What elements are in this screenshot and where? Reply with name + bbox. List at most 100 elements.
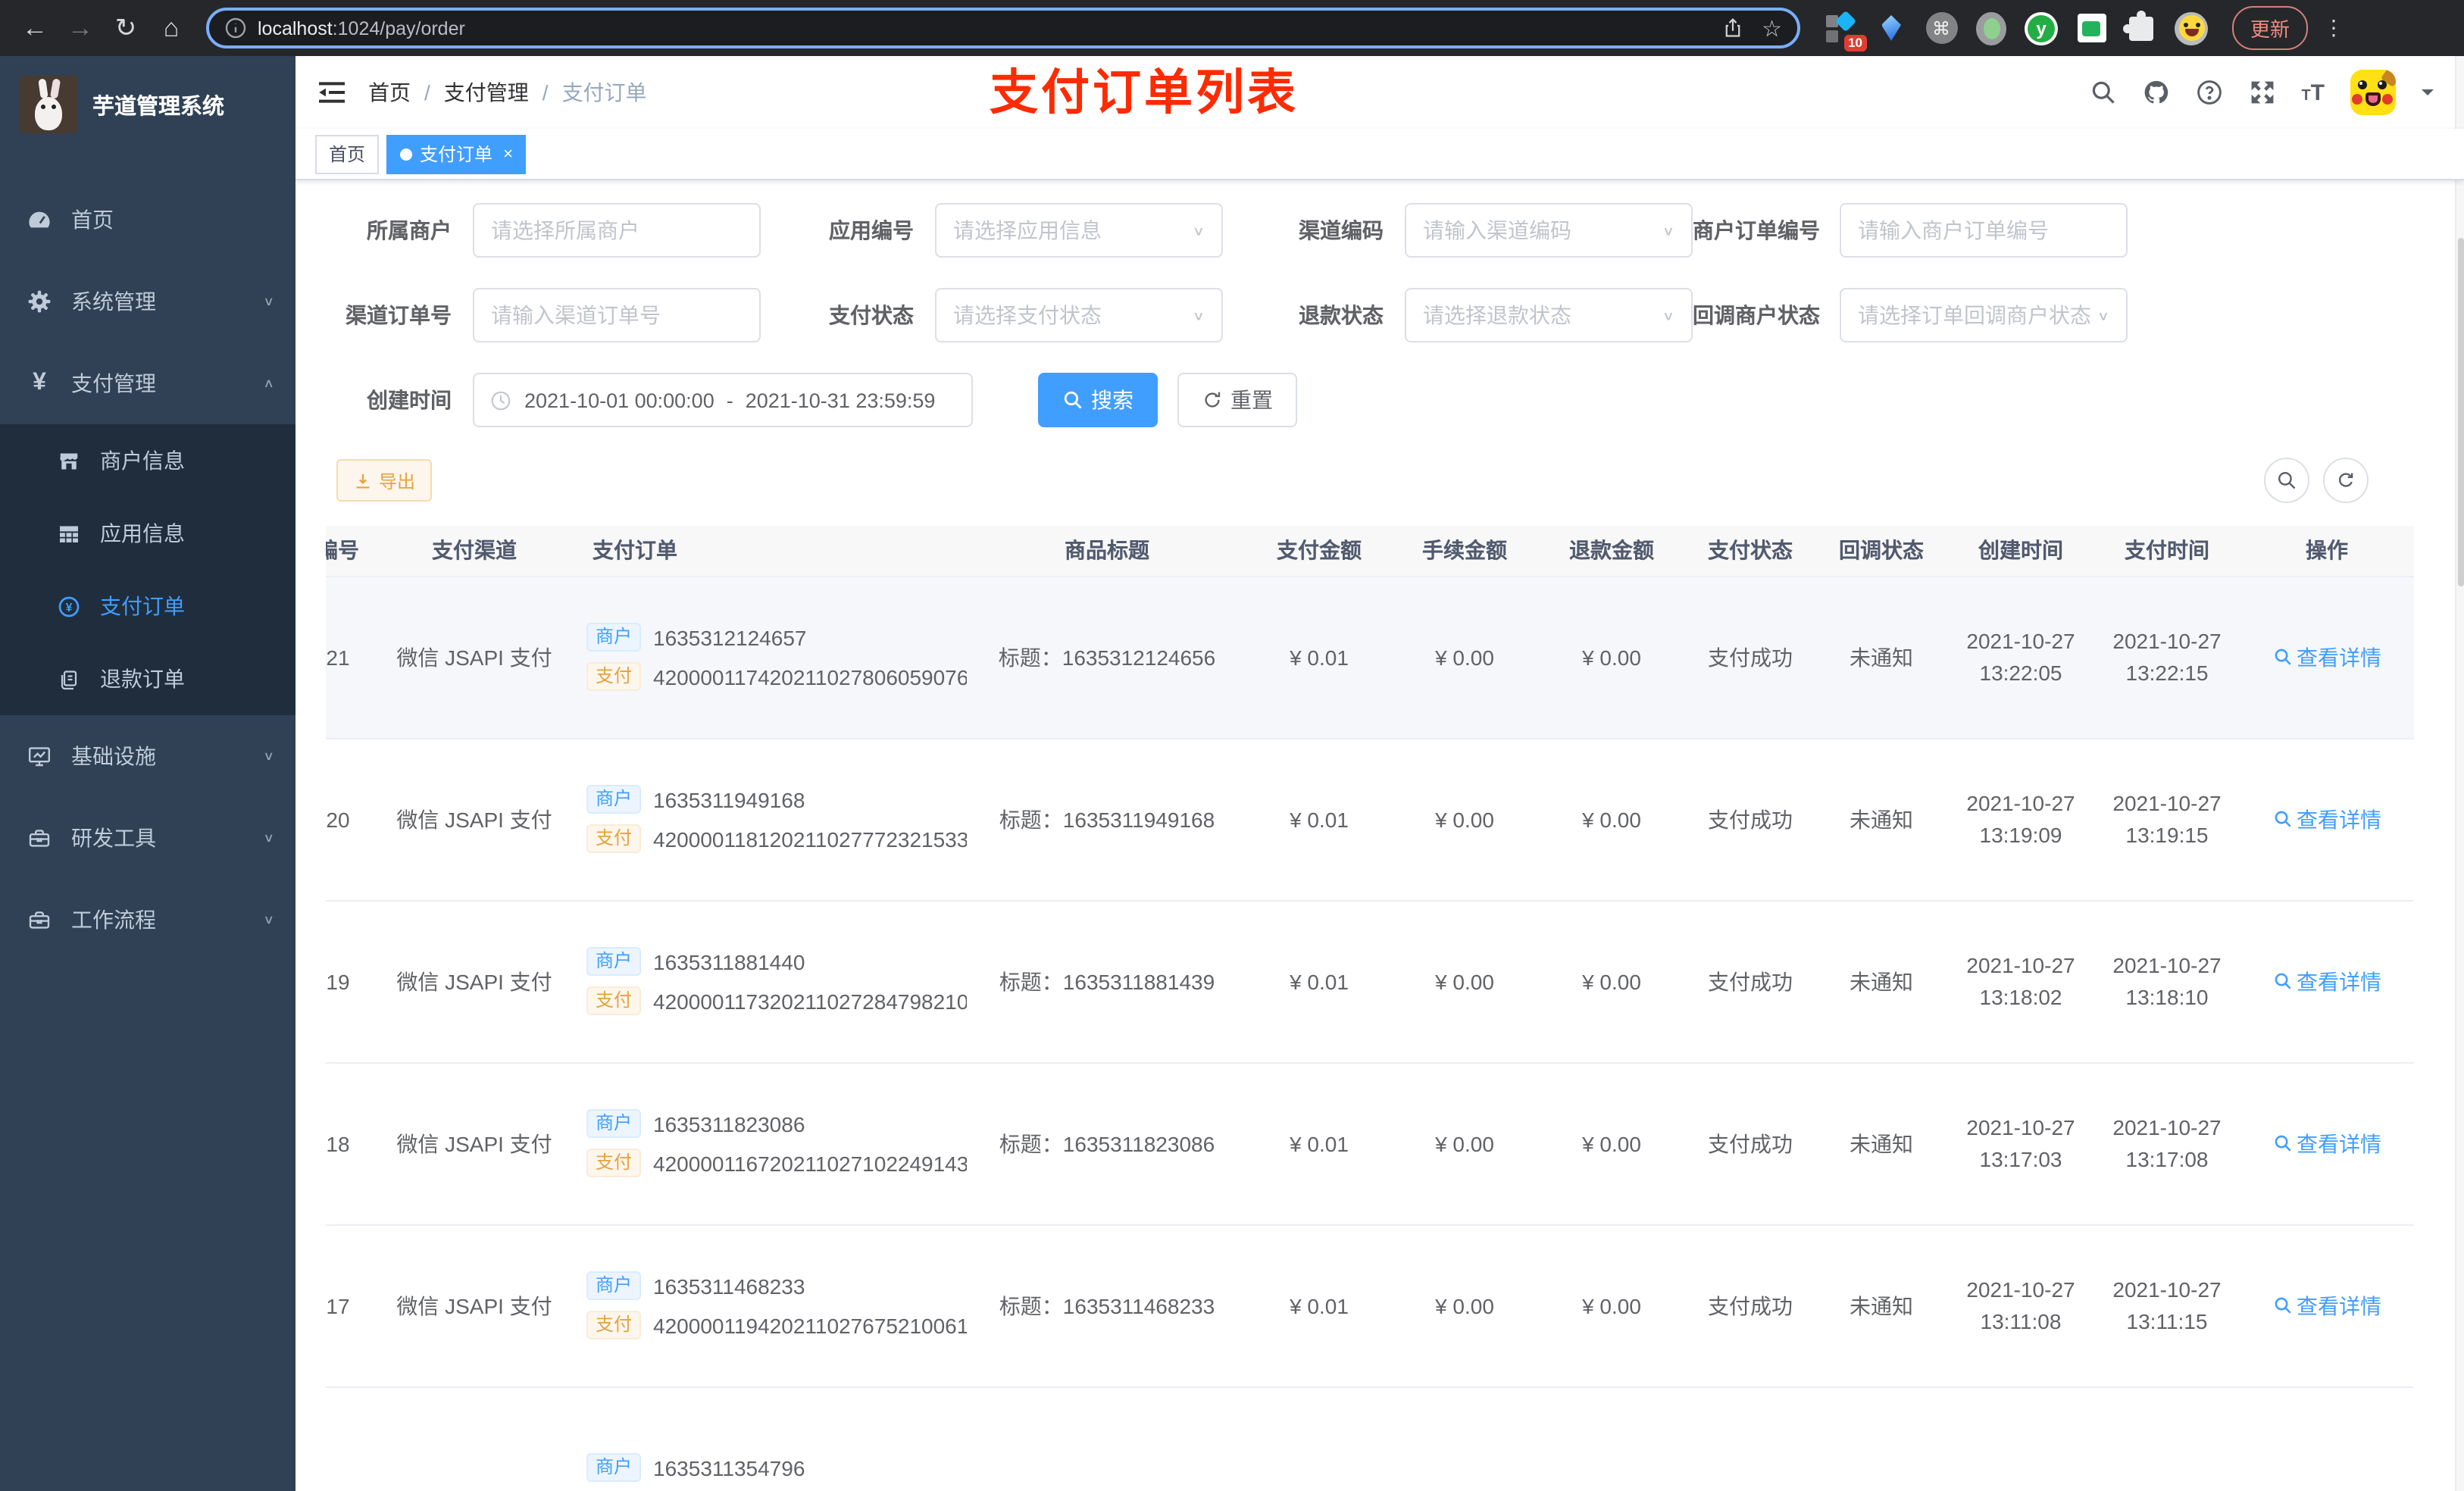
sidebar-item-dev-tools[interactable]: 研发工具 ∨: [0, 797, 295, 879]
col-status: 支付状态: [1685, 526, 1815, 577]
toggle-search-button[interactable]: [2264, 458, 2309, 503]
order-id: 21: [326, 576, 368, 739]
table-row[interactable]: 18 微信 JSAPI 支付 商户 1635311823086 支付 4200001…: [326, 1062, 2414, 1225]
search-icon: [2274, 1297, 2290, 1314]
view-detail-link[interactable]: 查看详情: [2272, 642, 2381, 672]
github-icon[interactable]: [2142, 79, 2169, 106]
breadcrumb-payment[interactable]: 支付管理: [444, 77, 529, 108]
col-title: 商品标题: [967, 526, 1247, 577]
table-row[interactable]: 17 微信 JSAPI 支付 商户 1635311468233 支付 4200001…: [326, 1224, 2414, 1387]
table-row[interactable]: 20 微信 JSAPI 支付 商户 1635311949168 支付 4200001…: [326, 738, 2414, 901]
puzzle-extensions-icon[interactable]: [2123, 10, 2158, 45]
pay-tag: 支付: [586, 1149, 642, 1177]
view-detail-link[interactable]: 查看详情: [2272, 804, 2381, 834]
merchant-tag: 商户: [586, 785, 642, 814]
pay-tag: 支付: [586, 986, 642, 1015]
view-detail-link[interactable]: 查看详情: [2272, 1128, 2381, 1158]
store-icon: [60, 452, 78, 469]
tags-view: 首页 支付订单 ×: [295, 129, 2464, 180]
chevron-up-icon: ∧: [263, 377, 274, 390]
search-icon: [2274, 649, 2290, 665]
channel-code-select[interactable]: 请输入渠道编码 ∨: [1405, 203, 1693, 258]
sidebar-item-system[interactable]: 系统管理 ∨: [0, 261, 295, 342]
pay-time: 2021-10-27 13:19:15: [2094, 738, 2240, 901]
chat-extension-icon[interactable]: [2075, 11, 2108, 45]
sidebar-item-payment[interactable]: ¥ 支付管理 ∧: [0, 342, 295, 424]
avatar-caret-icon[interactable]: [2422, 89, 2434, 102]
font-size-icon[interactable]: TT: [2301, 80, 2325, 105]
site-info-icon[interactable]: [224, 17, 247, 39]
browser-reload-button[interactable]: ↻: [106, 8, 145, 48]
create-time: 2021-10-27 13:19:09: [1947, 738, 2094, 901]
user-avatar[interactable]: [2350, 70, 2396, 115]
notify-status-select[interactable]: 请选择订单回调商户状态 ∨: [1840, 288, 2128, 342]
table-row[interactable]: 19 微信 JSAPI 支付 商户 1635311881440 支付 4200001…: [326, 900, 2414, 1063]
fee-amount: ¥ 0.00: [1391, 738, 1538, 901]
channel-order-input[interactable]: [473, 288, 761, 342]
download-icon: [356, 473, 370, 488]
merchant-input[interactable]: [473, 203, 761, 258]
tag-home[interactable]: 首页: [315, 134, 380, 173]
share-icon[interactable]: [1721, 17, 1743, 39]
merchant-label: 所属商户: [367, 218, 452, 242]
search-icon: [2274, 811, 2290, 827]
table-row[interactable]: 21 微信 JSAPI 支付 商户 1635312124657 支付 4200001…: [326, 576, 2414, 739]
sidebar-item-refund-order[interactable]: 退款订单: [0, 642, 295, 715]
tag-pay-order[interactable]: 支付订单 ×: [386, 134, 527, 173]
svg-text:¥: ¥: [66, 601, 73, 614]
bookmark-star-icon[interactable]: ☆: [1762, 14, 1782, 42]
merchant-order-no: 1635311823086: [653, 1111, 805, 1136]
col-create-time: 创建时间: [1947, 526, 2094, 577]
help-icon[interactable]: [2195, 79, 2222, 106]
view-detail-link[interactable]: 查看详情: [2272, 1290, 2381, 1321]
search-icon: [2274, 973, 2290, 989]
merchant-order-input[interactable]: [1840, 203, 2128, 258]
export-button[interactable]: 导出: [336, 459, 433, 502]
app-select[interactable]: 请选择应用信息 ∨: [935, 203, 1223, 258]
reset-button[interactable]: 重置: [1177, 373, 1297, 427]
sidebar-item-home[interactable]: 首页: [0, 179, 295, 261]
merchant-tag: 商户: [586, 1453, 642, 1483]
search-icon[interactable]: [2089, 79, 2116, 106]
sidebar-item-workflow[interactable]: 工作流程 ∨: [0, 879, 295, 961]
fullscreen-icon[interactable]: [2248, 79, 2275, 106]
notify-status: 未通知: [1815, 900, 1947, 1063]
date-range-picker[interactable]: 2021-10-01 00:00:00 - 2021-10-31 23:59:5…: [473, 373, 973, 427]
profile-avatar-icon[interactable]: [2175, 11, 2208, 45]
y-extension-icon[interactable]: y: [2025, 11, 2058, 45]
command-extension-icon[interactable]: ⌘: [1925, 11, 1958, 45]
browser-back-button[interactable]: ←: [15, 8, 55, 48]
table-row[interactable]: 商户 1635311354796: [326, 1386, 2414, 1491]
hamburger-collapse-icon[interactable]: [317, 77, 347, 108]
sidebar-item-app-info[interactable]: 应用信息: [0, 497, 295, 570]
browser-forward-button[interactable]: →: [61, 8, 100, 48]
chevron-down-icon: ∨: [263, 295, 274, 308]
notify-status: 未通知: [1815, 576, 1947, 739]
sketch-extension-icon[interactable]: 10: [1825, 9, 1867, 51]
col-notify: 回调状态: [1815, 526, 1947, 577]
channel-pay-no: 4200001181202110277723215336: [653, 827, 967, 851]
pay-status-select[interactable]: 请选择支付状态 ∨: [935, 288, 1223, 342]
sidebar-item-infrastructure[interactable]: 基础设施 ∨: [0, 715, 295, 797]
gem-extension-icon[interactable]: [1875, 11, 1908, 45]
browser-menu-icon[interactable]: ⋮: [2323, 15, 2344, 41]
chrome-update-button[interactable]: 更新: [2232, 6, 2309, 50]
close-icon[interactable]: ×: [503, 145, 513, 163]
grammarly-extension-icon[interactable]: [1975, 11, 2008, 45]
breadcrumb-home[interactable]: 首页: [368, 77, 411, 108]
breadcrumb-current: 支付订单: [561, 80, 647, 105]
browser-home-button[interactable]: ⌂: [152, 8, 191, 48]
refresh-table-button[interactable]: [2323, 458, 2369, 503]
refund-status-select[interactable]: 请选择退款状态 ∨: [1405, 288, 1693, 342]
pay-time: 2021-10-27 13:17:08: [2094, 1062, 2240, 1225]
date-start: 2021-10-01 00:00:00: [524, 389, 714, 411]
refund-status-label: 退款状态: [1299, 303, 1384, 327]
view-detail-link[interactable]: 查看详情: [2272, 966, 2381, 996]
address-bar[interactable]: localhost :1024/pay/order ☆: [206, 8, 1800, 48]
search-button[interactable]: 搜索: [1038, 373, 1158, 427]
window-scrollbar[interactable]: [2455, 56, 2464, 1491]
search-icon: [1064, 391, 1082, 409]
sidebar-item-pay-order[interactable]: ¥ 支付订单: [0, 570, 295, 642]
sidebar-item-merchant-info[interactable]: 商户信息: [0, 424, 295, 497]
pay-channel: 微信 JSAPI 支付: [368, 576, 580, 739]
